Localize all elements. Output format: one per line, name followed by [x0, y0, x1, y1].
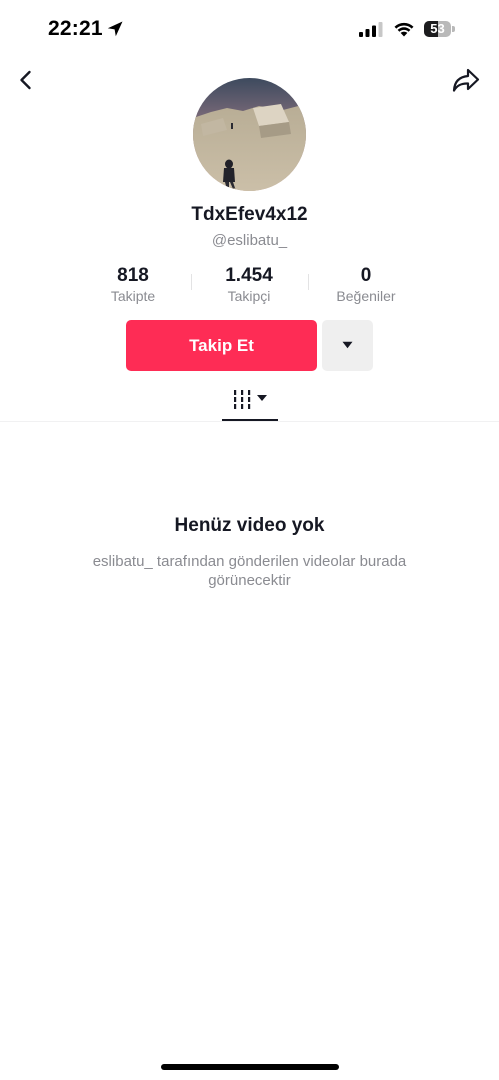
- avatar[interactable]: [193, 78, 306, 191]
- username: @eslibatu_: [211, 232, 288, 249]
- home-indicator: [161, 1064, 339, 1070]
- likes-count: 0: [360, 265, 372, 286]
- location-arrow-icon: [107, 21, 123, 37]
- tab-videos[interactable]: [222, 386, 278, 422]
- status-time: 22:21: [48, 17, 103, 40]
- empty-state-description: eslibatu_ tarafından gönderilen videolar…: [92, 553, 407, 589]
- following-label: Takipte: [110, 288, 156, 304]
- caret-down-icon: [342, 341, 353, 349]
- back-button[interactable]: [14, 68, 38, 92]
- follow-button[interactable]: Takip Et: [126, 320, 317, 371]
- suggested-accounts-button[interactable]: [322, 320, 373, 371]
- likes-label: Beğeniler: [336, 288, 396, 304]
- video-grid-icon: [234, 390, 267, 409]
- cellular-signal-icon: [359, 22, 383, 37]
- battery-level-text: 53: [430, 21, 445, 36]
- likes-stat: 0 Beğeniler: [306, 264, 426, 304]
- following-stat[interactable]: 818 Takipte: [73, 264, 193, 304]
- empty-state-title: Henüz video yok: [174, 515, 325, 536]
- followers-stat[interactable]: 1.454 Takipçi: [189, 264, 309, 304]
- followers-label: Takipçi: [227, 288, 271, 304]
- tabs-divider: [0, 421, 499, 422]
- following-count: 818: [117, 265, 149, 286]
- wifi-icon: [394, 22, 414, 37]
- display-name: TdxEfev4x12: [191, 204, 308, 225]
- share-button[interactable]: [451, 66, 481, 94]
- followers-count: 1.454: [225, 265, 273, 286]
- battery-indicator: 53: [424, 21, 455, 37]
